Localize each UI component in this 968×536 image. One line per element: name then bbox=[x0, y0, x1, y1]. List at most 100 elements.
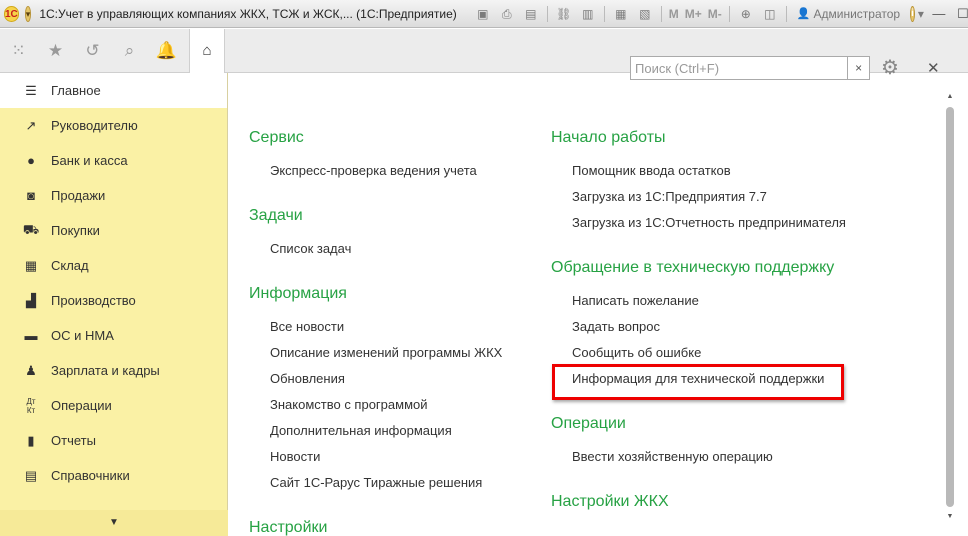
toolbar-divider bbox=[660, 5, 662, 22]
sidebar-item-label: Покупки bbox=[51, 223, 100, 238]
link-icon[interactable]: ⛓ bbox=[555, 6, 573, 22]
memory-minus-button[interactable]: M- bbox=[708, 7, 722, 21]
link-intro[interactable]: Знакомство с программой bbox=[270, 397, 428, 412]
close-icon[interactable]: ✕ bbox=[927, 59, 943, 79]
link-write-wish[interactable]: Написать пожелание bbox=[572, 293, 699, 308]
sidebar-item-bank[interactable]: ● Банк и касса bbox=[0, 143, 227, 178]
link-changes[interactable]: Описание изменений программы ЖКХ bbox=[270, 345, 502, 360]
sidebar-item-label: Отчеты bbox=[51, 433, 96, 448]
trend-icon: ↗ bbox=[25, 117, 37, 133]
sidebar-item-label: Производство bbox=[51, 293, 136, 308]
sections-sidebar: ☰ Главное ↗ Руководителю ● Банк и касса … bbox=[0, 73, 228, 536]
group-title-support: Обращение в техническую поддержку bbox=[551, 259, 835, 276]
assets-icon: ▬ bbox=[24, 328, 38, 343]
sidebar-item-operations[interactable]: Дт Кт Операции bbox=[0, 388, 227, 423]
link-balance-wizard[interactable]: Помощник ввода остатков bbox=[572, 163, 731, 178]
sidebar-item-director[interactable]: ↗ Руководителю bbox=[0, 108, 227, 143]
link-additional-info[interactable]: Дополнительная информация bbox=[270, 423, 452, 438]
history-icon[interactable]: ↺ bbox=[74, 29, 111, 73]
sidebar-item-purchases[interactable]: ⛟ Покупки bbox=[0, 213, 227, 248]
link-all-news[interactable]: Все новости bbox=[270, 319, 344, 334]
preview-icon[interactable]: ▤ bbox=[522, 6, 540, 22]
sidebar-item-warehouse[interactable]: ▦ Склад bbox=[0, 248, 227, 283]
sidebar-item-label: ОС и НМА bbox=[51, 328, 114, 343]
info-icon[interactable]: i bbox=[910, 5, 915, 22]
memory-plus-button[interactable]: M+ bbox=[685, 7, 702, 21]
user-menu[interactable]: 👤 Администратор bbox=[797, 7, 900, 21]
calendar-icon[interactable]: ▧ bbox=[636, 6, 654, 22]
link-report-error[interactable]: Сообщить об ошибке bbox=[572, 345, 701, 360]
sidebar-item-sales[interactable]: ◙ Продажи bbox=[0, 178, 227, 213]
sidebar-item-label: Справочники bbox=[51, 468, 130, 483]
group-title-tasks: Задачи bbox=[249, 207, 303, 224]
window-title: 1С:Учет в управляющих компаниях ЖКХ, ТСЖ… bbox=[39, 6, 457, 21]
panels-icon[interactable]: ◫ bbox=[761, 6, 779, 22]
chevron-down-icon[interactable]: ▾ bbox=[918, 6, 924, 22]
bag-icon: ◙ bbox=[27, 188, 35, 203]
notifications-icon[interactable]: 🔔 bbox=[148, 29, 185, 73]
group-title-service: Сервис bbox=[249, 129, 304, 146]
link-business-operation[interactable]: Ввести хозяйственную операцию bbox=[572, 449, 773, 464]
group-title-info: Информация bbox=[249, 285, 347, 302]
highlight-frame bbox=[552, 364, 844, 400]
attach-icon[interactable]: ▥ bbox=[579, 6, 597, 22]
vertical-scrollbar[interactable]: ▲ ▼ bbox=[944, 93, 956, 523]
title-bar: 1С ▾ 1С:Учет в управляющих компаниях ЖКХ… bbox=[0, 0, 968, 28]
minimize-button[interactable]: — bbox=[927, 5, 951, 23]
sidebar-item-label: Главное bbox=[51, 83, 101, 98]
sidebar-item-catalogs[interactable]: ▤ Справочники bbox=[0, 458, 227, 493]
main-menu-icon[interactable]: ▾ bbox=[24, 5, 32, 22]
sidebar-item-label: Руководителю bbox=[51, 118, 138, 133]
sidebar-item-reports[interactable]: ▮ Отчеты bbox=[0, 423, 227, 458]
search-clear-button[interactable]: × bbox=[848, 56, 870, 80]
search-input[interactable] bbox=[630, 56, 849, 80]
toolbar-divider bbox=[728, 5, 730, 22]
menu-icon: ☰ bbox=[25, 82, 37, 98]
sidebar-item-production[interactable]: ▟ Производство bbox=[0, 283, 227, 318]
scroll-up-icon[interactable]: ▲ bbox=[944, 93, 956, 103]
link-ask-question[interactable]: Задать вопрос bbox=[572, 319, 660, 334]
link-import-77[interactable]: Загрузка из 1С:Предприятия 7.7 bbox=[572, 189, 767, 204]
cart-icon: ⛟ bbox=[22, 221, 40, 237]
user-name: Администратор bbox=[813, 6, 901, 21]
sidebar-item-label: Банк и касса bbox=[51, 153, 128, 168]
zoom-icon[interactable]: ⊕ bbox=[737, 6, 755, 22]
title-toolbar: ▣ ⎙ ▤ ⛓ ▥ ▦ ▧ M M+ M- ⊕ ◫ bbox=[471, 5, 791, 22]
save-icon[interactable]: ▣ bbox=[474, 6, 492, 22]
search-icon[interactable]: ⌕ bbox=[111, 29, 148, 73]
sidebar-item-label: Операции bbox=[51, 398, 112, 413]
sidebar-item-main[interactable]: ☰ Главное bbox=[0, 73, 227, 108]
dt-kt-icon: Дт Кт bbox=[26, 396, 36, 415]
sidebar-item-label: Склад bbox=[51, 258, 89, 273]
warehouse-icon: ▦ bbox=[24, 257, 38, 273]
favorites-icon[interactable]: ★ bbox=[37, 29, 74, 73]
link-task-list[interactable]: Список задач bbox=[270, 241, 351, 256]
search-box: × bbox=[630, 56, 870, 80]
all-functions-icon[interactable]: ⁙ bbox=[0, 29, 37, 73]
sidebar-item-salary[interactable]: ♟ Зарплата и кадры bbox=[0, 353, 227, 388]
memory-button[interactable]: M bbox=[669, 7, 679, 21]
home-tab-icon[interactable]: ⌂ bbox=[189, 28, 225, 73]
link-express-check[interactable]: Экспресс-проверка ведения учета bbox=[270, 163, 477, 178]
user-icon: 👤 bbox=[796, 8, 811, 20]
sidebar-item-label: Зарплата и кадры bbox=[51, 363, 160, 378]
app-logo-icon: 1С bbox=[4, 5, 19, 22]
person-icon: ♟ bbox=[25, 362, 37, 378]
link-news[interactable]: Новости bbox=[270, 449, 320, 464]
sidebar-scroll-down-icon[interactable]: ▼ bbox=[0, 510, 228, 536]
print-icon[interactable]: ⎙ bbox=[498, 6, 516, 22]
toolbar-divider bbox=[546, 5, 548, 22]
coin-icon: ● bbox=[27, 153, 35, 168]
scrollbar-thumb[interactable] bbox=[946, 107, 954, 507]
gear-icon[interactable]: ⚙ bbox=[881, 57, 907, 81]
link-rarus-site[interactable]: Сайт 1С-Рарус Тиражные решения bbox=[270, 475, 482, 490]
group-title-start: Начало работы bbox=[551, 129, 666, 146]
calculator-icon[interactable]: ▦ bbox=[612, 6, 630, 22]
maximize-button[interactable]: ☐ bbox=[951, 5, 968, 23]
link-import-reporting[interactable]: Загрузка из 1С:Отчетность предпринимател… bbox=[572, 215, 846, 230]
group-title-operations: Операции bbox=[551, 415, 626, 432]
scroll-down-icon[interactable]: ▼ bbox=[944, 513, 956, 523]
sidebar-item-assets[interactable]: ▬ ОС и НМА bbox=[0, 318, 227, 353]
link-updates[interactable]: Обновления bbox=[270, 371, 345, 386]
sidebar-item-label: Продажи bbox=[51, 188, 106, 203]
